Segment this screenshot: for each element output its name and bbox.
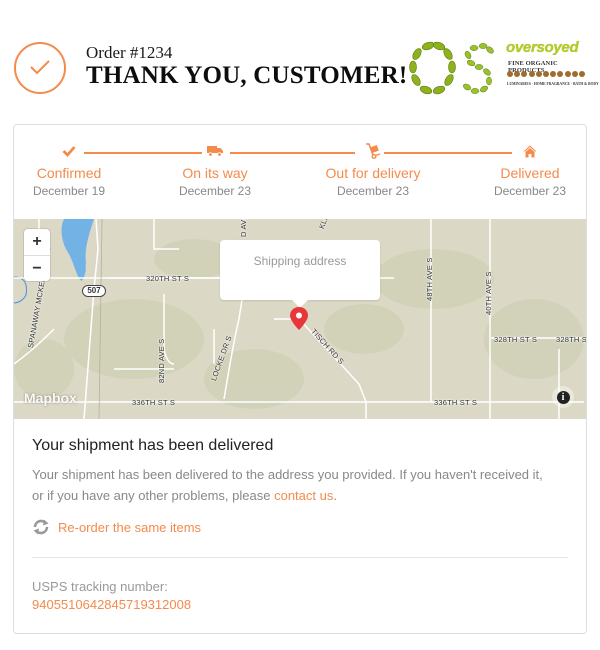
logo-brand-name: oversoyed [506,39,579,56]
map-popup: Shipping address [220,240,380,308]
route-shield: 507 [82,285,106,297]
road-label: 336TH ST S [434,398,478,407]
road-label: 82ND AVE S [157,338,166,383]
road-label: D AVE [239,219,248,237]
refresh-icon [33,519,49,535]
location-pin-icon[interactable] [289,307,309,336]
brand-logo: oversoyed FINE ORGANIC PRODUCTS LUMINARI… [408,38,599,98]
status-heading: Your shipment has been delivered [32,437,274,454]
step-label: Out for delivery [325,165,421,181]
logo-beans-icon [507,71,587,78]
road-label: 48TH AVE S [425,257,434,301]
step-date: December 19 [32,184,106,198]
road-label: 40TH AVE S [484,271,493,315]
road-label: 328TH S [556,335,586,344]
dolly-icon [318,143,428,159]
order-number: Order #1234 [86,43,173,62]
mapbox-logo[interactable]: Mapbox [24,390,77,406]
home-icon [475,143,585,159]
order-status-card: Confirmed December 19 On its way Decembe… [13,124,587,634]
reorder-button[interactable]: Re-order the same items [32,518,201,536]
step-confirmed: Confirmed December 19 [14,143,124,198]
road-label: 328TH ST S [494,335,538,344]
info-icon: i [556,390,570,404]
shipping-map[interactable]: 320TH ST S 336TH ST S 336TH ST S 328TH S… [14,219,586,419]
road-label: 320TH ST S [146,274,190,283]
success-check-icon [14,42,66,94]
map-zoom-control: + − [24,229,50,281]
delivery-progress: Confirmed December 19 On its way Decembe… [14,125,586,219]
status-description: Your shipment has been delivered to the … [32,464,552,506]
contact-us-link[interactable]: contact us [274,488,333,503]
logo-tagline: LUMINARIES · HOME FRAGRANCE · BATH & BOD… [507,82,599,86]
step-label: On its way [182,165,248,181]
step-delivered: Delivered December 23 [475,143,585,198]
truck-icon [160,143,270,159]
check-icon [14,143,124,159]
step-date: December 23 [493,184,567,198]
zoom-in-button[interactable]: + [24,229,50,255]
step-label: Delivered [500,165,560,181]
step-out-for-delivery: Out for delivery December 23 [318,143,428,198]
description-end: . [333,488,337,503]
reorder-label: Re-order the same items [58,519,202,535]
step-on-its-way: On its way December 23 [160,143,270,198]
road-label: 336TH ST S [132,398,176,407]
divider [32,557,568,558]
order-header: Order #1234 THANK YOU, CUSTOMER! oversoy… [0,0,600,120]
step-date: December 23 [178,184,252,198]
popup-text: Shipping address [253,254,347,268]
page-title: THANK YOU, CUSTOMER! [86,62,408,89]
logo-os-mark-icon [409,41,494,95]
step-date: December 23 [336,184,410,198]
tracking-number-link[interactable]: 9405510642845719312008 [32,597,191,612]
step-label: Confirmed [36,165,102,181]
zoom-out-button[interactable]: − [24,255,50,281]
tracking-label: USPS tracking number: [32,579,168,594]
attribution-info-button[interactable]: i [552,386,574,408]
